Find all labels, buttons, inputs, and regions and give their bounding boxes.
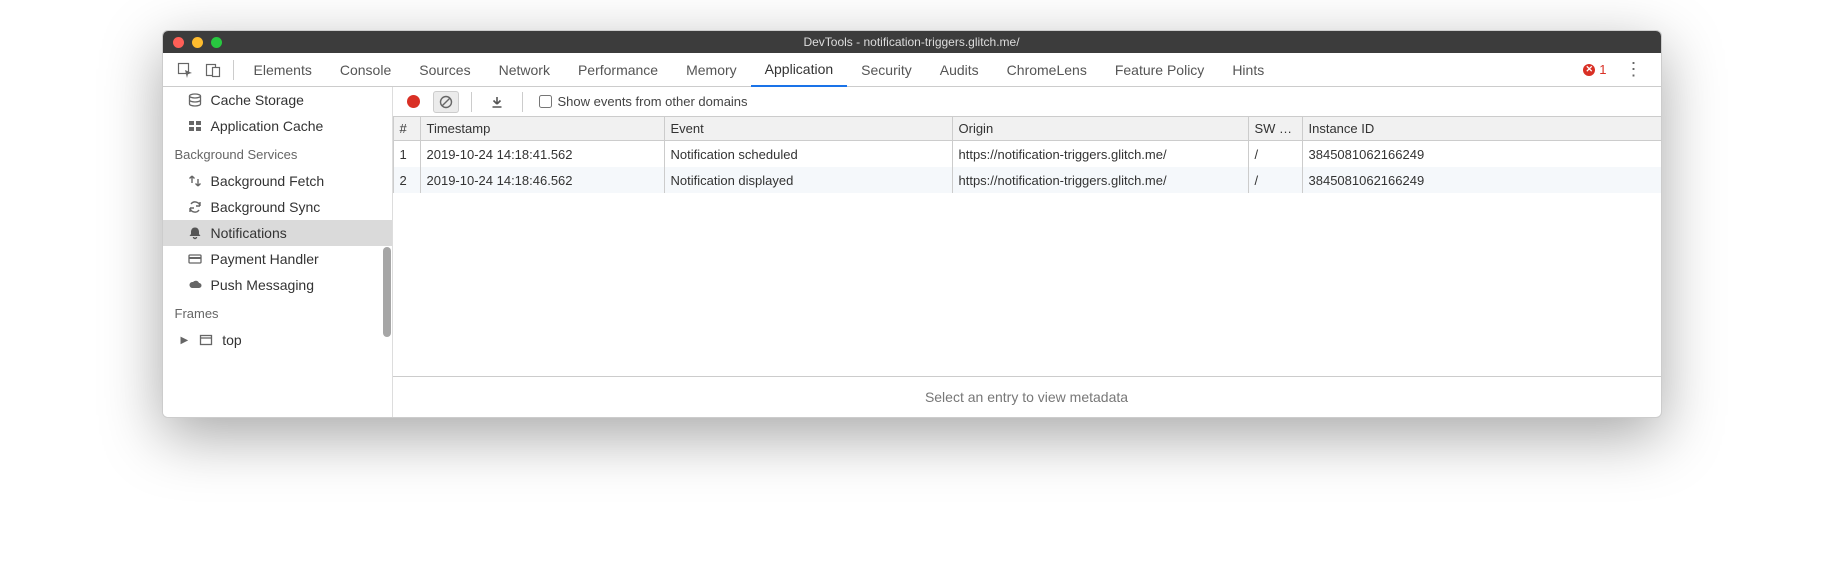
tab-console[interactable]: Console xyxy=(326,53,405,87)
sidebar-item-cache-storage[interactable]: Cache Storage xyxy=(163,87,392,113)
sync-icon xyxy=(187,199,203,215)
events-table: # Timestamp Event Origin SW … Instance I… xyxy=(393,117,1661,377)
error-count-value: 1 xyxy=(1599,62,1606,77)
minimize-window-button[interactable] xyxy=(192,37,203,48)
tab-memory[interactable]: Memory xyxy=(672,53,751,87)
events-toolbar: Show events from other domains xyxy=(393,87,1661,117)
transfer-icon xyxy=(187,173,203,189)
error-count[interactable]: ✕ 1 xyxy=(1575,62,1614,77)
tab-hints[interactable]: Hints xyxy=(1218,53,1278,87)
cell-sw: / xyxy=(1249,167,1303,193)
table-header: # Timestamp Event Origin SW … Instance I… xyxy=(393,117,1661,141)
th-timestamp[interactable]: Timestamp xyxy=(421,117,665,140)
metadata-placeholder: Select an entry to view metadata xyxy=(393,377,1661,417)
cell-origin: https://notification-triggers.glitch.me/ xyxy=(953,141,1249,167)
error-icon: ✕ xyxy=(1583,64,1595,76)
sidebar-item-payment-handler[interactable]: Payment Handler xyxy=(163,246,392,272)
window-controls xyxy=(163,37,222,48)
th-event[interactable]: Event xyxy=(665,117,953,140)
sidebar-item-background-fetch[interactable]: Background Fetch xyxy=(163,168,392,194)
clear-button[interactable] xyxy=(433,91,459,113)
close-window-button[interactable] xyxy=(173,37,184,48)
cell-sw: / xyxy=(1249,141,1303,167)
cell-instance: 3845081062166249 xyxy=(1303,141,1661,167)
sidebar-item-label: top xyxy=(222,332,241,348)
tab-feature-policy[interactable]: Feature Policy xyxy=(1101,53,1218,87)
card-icon xyxy=(187,251,203,267)
sidebar-item-label: Cache Storage xyxy=(211,92,304,108)
download-button[interactable] xyxy=(484,91,510,113)
cell-instance: 3845081062166249 xyxy=(1303,167,1661,193)
bell-icon xyxy=(187,225,203,241)
sidebar-item-application-cache[interactable]: Application Cache xyxy=(163,113,392,139)
cell-timestamp: 2019-10-24 14:18:41.562 xyxy=(421,141,665,167)
sidebar-item-background-sync[interactable]: Background Sync xyxy=(163,194,392,220)
sidebar-item-label: Background Sync xyxy=(211,199,321,215)
cell-number: 2 xyxy=(393,167,421,193)
sidebar-scrollbar[interactable] xyxy=(383,247,391,337)
sidebar-item-label: Background Fetch xyxy=(211,173,325,189)
tab-performance[interactable]: Performance xyxy=(564,53,672,87)
tab-network[interactable]: Network xyxy=(485,53,564,87)
table-row[interactable]: 2 2019-10-24 14:18:46.562 Notification d… xyxy=(393,167,1661,193)
cell-number: 1 xyxy=(393,141,421,167)
cell-event: Notification displayed xyxy=(665,167,953,193)
window-title: DevTools - notification-triggers.glitch.… xyxy=(163,35,1661,49)
sidebar-item-push-messaging[interactable]: Push Messaging xyxy=(163,272,392,298)
cloud-icon xyxy=(187,277,203,293)
tab-audits[interactable]: Audits xyxy=(926,53,993,87)
checkbox-label: Show events from other domains xyxy=(558,94,748,109)
divider xyxy=(471,92,472,112)
divider xyxy=(233,60,234,80)
grid-icon xyxy=(187,118,203,134)
th-instance[interactable]: Instance ID xyxy=(1303,117,1661,140)
sidebar-item-frames-top[interactable]: ▶ top xyxy=(163,327,392,353)
sidebar-item-label: Payment Handler xyxy=(211,251,319,267)
database-icon xyxy=(187,92,203,108)
panel-body: Cache Storage Application Cache Backgrou… xyxy=(163,87,1661,417)
ban-icon xyxy=(439,95,453,109)
zoom-window-button[interactable] xyxy=(211,37,222,48)
main-pane: Show events from other domains # Timesta… xyxy=(393,87,1661,417)
download-icon xyxy=(490,95,504,109)
divider xyxy=(522,92,523,112)
sidebar-item-notifications[interactable]: Notifications xyxy=(163,220,392,246)
th-origin[interactable]: Origin xyxy=(953,117,1249,140)
sidebar-item-label: Push Messaging xyxy=(211,277,315,293)
checkbox-input[interactable] xyxy=(539,95,552,108)
sidebar-item-label: Notifications xyxy=(211,225,287,241)
th-sw[interactable]: SW … xyxy=(1249,117,1303,140)
record-dot-icon xyxy=(407,95,420,108)
table-row[interactable]: 1 2019-10-24 14:18:41.562 Notification s… xyxy=(393,141,1661,167)
tab-application[interactable]: Application xyxy=(751,53,848,87)
th-number[interactable]: # xyxy=(393,117,421,140)
sidebar: Cache Storage Application Cache Backgrou… xyxy=(163,87,393,417)
cell-timestamp: 2019-10-24 14:18:46.562 xyxy=(421,167,665,193)
record-button[interactable] xyxy=(401,91,427,113)
tab-chromelens[interactable]: ChromeLens xyxy=(993,53,1101,87)
frame-icon xyxy=(198,332,214,348)
triangle-right-icon: ▶ xyxy=(181,335,189,346)
table-body: 1 2019-10-24 14:18:41.562 Notification s… xyxy=(393,141,1661,376)
devtools-window: DevTools - notification-triggers.glitch.… xyxy=(162,30,1662,418)
show-other-domains-checkbox[interactable]: Show events from other domains xyxy=(539,94,748,109)
tab-elements[interactable]: Elements xyxy=(240,53,326,87)
tab-security[interactable]: Security xyxy=(847,53,926,87)
tab-sources[interactable]: Sources xyxy=(405,53,484,87)
cell-origin: https://notification-triggers.glitch.me/ xyxy=(953,167,1249,193)
titlebar: DevTools - notification-triggers.glitch.… xyxy=(163,31,1661,53)
panel-tabbar: Elements Console Sources Network Perform… xyxy=(163,53,1661,87)
sidebar-item-label: Application Cache xyxy=(211,118,324,134)
sidebar-section-bgservices: Background Services xyxy=(163,139,392,168)
sidebar-section-frames: Frames xyxy=(163,298,392,327)
cell-event: Notification scheduled xyxy=(665,141,953,167)
device-toggle-icon[interactable] xyxy=(199,56,227,84)
more-menu-icon[interactable]: ⋮ xyxy=(1615,59,1653,80)
inspect-element-icon[interactable] xyxy=(171,56,199,84)
